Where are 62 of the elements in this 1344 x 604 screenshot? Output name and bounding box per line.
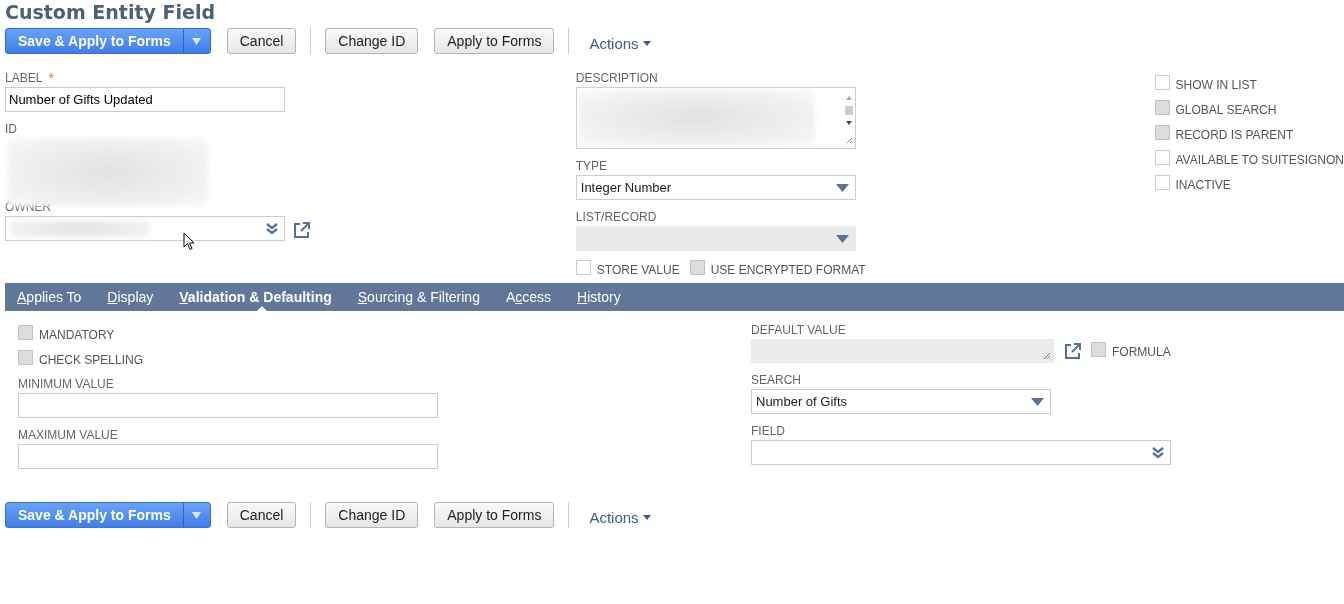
field-label: TYPE: [575, 159, 608, 173]
dropdown-arrow-icon: [1031, 397, 1044, 406]
actions-menu[interactable]: Actions: [589, 34, 651, 52]
toolbar-button[interactable]: Apply to Forms: [434, 28, 555, 54]
toolbar-button[interactable]: Change ID: [325, 28, 419, 54]
field-label: OWNER: [5, 200, 51, 214]
tab[interactable]: History: [577, 289, 621, 305]
minimum-value-input-field[interactable]: [18, 393, 438, 418]
maximum-value-input-field[interactable]: [18, 444, 438, 469]
checkbox-label: FORMULA: [1112, 345, 1171, 359]
description-text-area[interactable]: [575, 87, 856, 149]
open-link-icon[interactable]: [293, 222, 310, 239]
field-label: DEFAULT VALUE: [751, 323, 846, 337]
actions-menu[interactable]: Actions: [589, 508, 651, 526]
tab[interactable]: Sourcing & Filtering: [357, 289, 480, 305]
tab[interactable]: Applies To: [17, 289, 82, 305]
field-label: SEARCH: [751, 373, 801, 387]
caret-icon: [192, 511, 202, 519]
dropdown-arrow-icon: [835, 183, 849, 192]
caret-icon: [642, 40, 651, 46]
checkbox-label: RECORD IS PARENT: [1175, 128, 1294, 142]
type-select-field[interactable]: Integer Number: [575, 175, 856, 200]
cancel-button[interactable]: Cancel: [226, 28, 297, 54]
field-label: LABEL: [5, 71, 43, 85]
checkbox-label: INACTIVE: [1175, 178, 1231, 192]
checkbox-label: CHECK SPELLING: [39, 353, 144, 367]
open-link-icon[interactable]: [1064, 343, 1081, 360]
field-label: LIST/RECORD: [575, 210, 657, 224]
toolbar-button[interactable]: Change ID: [325, 502, 419, 528]
mouse-cursor-icon: [183, 232, 195, 251]
double-chevron-icon: [1152, 446, 1164, 459]
required-mark: *: [48, 71, 55, 85]
checkbox-label: USE ENCRYPTED FORMAT: [710, 263, 866, 277]
tab[interactable]: Display: [107, 289, 154, 305]
tab[interactable]: Access: [505, 289, 552, 305]
field-label: ID: [5, 122, 17, 136]
checkbox[interactable]: [1154, 150, 1170, 165]
field-label: MAXIMUM VALUE: [18, 428, 118, 442]
double-chevron-icon: [266, 222, 278, 235]
checkbox[interactable]: [1154, 75, 1170, 90]
toolbar-button[interactable]: Apply to Forms: [434, 502, 555, 528]
caret-icon: [642, 514, 651, 520]
search-select-field[interactable]: Number of Gifts: [751, 389, 1051, 414]
label-input-field[interactable]: Number of Gifts Updated: [5, 87, 285, 112]
cancel-button[interactable]: Cancel: [226, 502, 297, 528]
field-label: DESCRIPTION: [575, 71, 658, 85]
checkbox-label: STORE VALUE: [596, 263, 680, 277]
field-label: FIELD: [751, 424, 785, 438]
tab[interactable]: Validation & Defaulting: [179, 289, 332, 305]
field-label: MINIMUM VALUE: [18, 377, 114, 391]
checkbox-label: AVAILABLE TO SUITESIGNON: [1175, 153, 1344, 167]
caret-icon: [192, 37, 202, 45]
checkbox-label: GLOBAL SEARCH: [1175, 103, 1277, 117]
checkbox[interactable]: [1154, 175, 1170, 190]
dropdown-arrow-icon: [835, 234, 849, 243]
checkbox[interactable]: [575, 260, 591, 275]
page-title: Custom Entity Field: [4, 0, 216, 25]
checkbox-label: MANDATORY: [39, 328, 115, 342]
resize-grip-icon: [1043, 352, 1051, 360]
owner-select-field[interactable]: [5, 216, 285, 241]
checkbox-label: SHOW IN LIST: [1175, 78, 1257, 92]
field-select-field[interactable]: [751, 440, 1171, 465]
